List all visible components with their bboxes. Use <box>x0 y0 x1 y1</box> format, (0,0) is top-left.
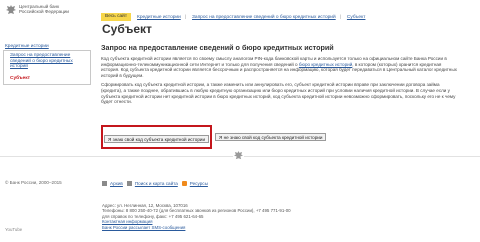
button-row: Я знаю свой код субъекта кредитной истор… <box>101 125 327 149</box>
breadcrumb-request[interactable]: Запрос на предоставление сведений о бюро… <box>192 15 336 20</box>
breadcrumb: Весь сайт Кредитные истории | Запрос на … <box>101 13 365 21</box>
paragraph-code-description: Код субъекта кредитной истории является … <box>101 56 461 78</box>
footer-links: Архив Поиск и карта сайта Ресурсы <box>102 181 212 186</box>
sidebar-heading-credit-histories[interactable]: Кредитные истории <box>3 43 91 51</box>
dont-know-code-button[interactable]: Я не знаю свой код субъекта кредитной ис… <box>215 133 327 141</box>
footer-link-archive[interactable]: Архив <box>110 181 123 186</box>
sidebar-submenu: Запрос на предоставление сведений о бюро… <box>3 51 91 86</box>
breadcrumb-credit-histories[interactable]: Кредитные истории <box>137 15 181 20</box>
section-title: Запрос на предоставление сведений о бюро… <box>101 43 334 52</box>
breadcrumb-separator: | <box>184 14 187 20</box>
sidebar-item-request[interactable]: Запрос на предоставление сведений о бюро… <box>10 53 87 70</box>
youtube-link[interactable]: YouTube <box>5 227 22 232</box>
bank-logo[interactable]: Центральный банк Российской Федерации <box>6 4 92 30</box>
main-content: Запрос на предоставление сведений о бюро… <box>101 43 461 105</box>
know-code-button[interactable]: Я знаю свой код субъекта кредитной истор… <box>104 135 210 143</box>
eagle-emblem-icon <box>233 150 244 162</box>
logo-line2: Российской Федерации <box>19 9 69 15</box>
sidebar-item-subject[interactable]: Субъект <box>10 76 87 82</box>
breadcrumb-separator: | <box>339 14 341 20</box>
logo-text: Центральный банк Российской Федерации <box>19 4 69 15</box>
page-title: Субъект <box>102 22 152 36</box>
tab-whole-site[interactable]: Весь сайт <box>101 13 132 21</box>
footer-link-resources[interactable]: Ресурсы <box>190 181 208 186</box>
sitemap-icon <box>126 181 132 186</box>
copyright: © Банк России, 2000–2015 <box>5 180 62 185</box>
contact-info-link[interactable]: Контактная информация <box>102 219 152 224</box>
credit-bureau-link[interactable]: бюро кредитных историй <box>299 62 352 67</box>
breadcrumb-subject[interactable]: Субъект <box>347 15 366 20</box>
highlight-frame: Я знаю свой код субъекта кредитной истор… <box>101 125 213 149</box>
sidebar: Кредитные истории Запрос на предоставлен… <box>3 43 91 86</box>
paragraph-code-formation: Сформировать код субъекта кредитной исто… <box>101 82 456 105</box>
footer-contacts: Адрес: ул. Неглинная, 12, Москва, 107016… <box>102 203 291 230</box>
rss-icon <box>181 181 187 186</box>
footer-link-search-sitemap[interactable]: Поиск и карта сайта <box>135 181 178 186</box>
archive-icon <box>102 181 107 186</box>
sms-link[interactable]: Банк России рассылает SMS-сообщения <box>102 225 185 230</box>
eagle-emblem-icon <box>6 5 16 14</box>
